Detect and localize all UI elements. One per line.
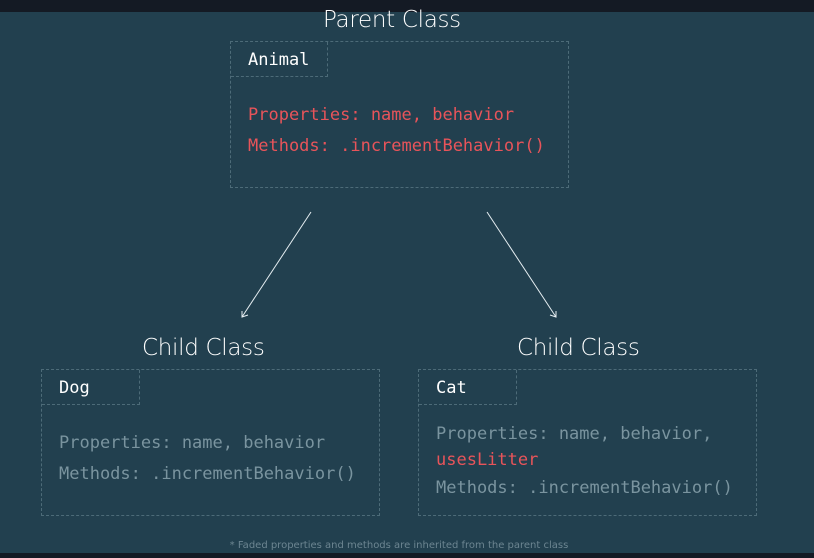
cat-class-name: Cat bbox=[419, 370, 517, 405]
dog-class-heading: Child Class bbox=[142, 335, 265, 361]
footnote: * Faded properties and methods are inher… bbox=[229, 540, 569, 551]
cat-properties: Properties: name, behavior, bbox=[436, 424, 713, 444]
arrow-to-dog bbox=[241, 211, 312, 318]
cat-methods: Methods: .incrementBehavior() bbox=[436, 478, 733, 498]
dog-class-box: Dog Properties: name, behavior Methods: … bbox=[41, 369, 380, 516]
dog-properties: Properties: name, behavior bbox=[59, 433, 326, 453]
dog-class-name: Dog bbox=[42, 370, 140, 405]
arrow-to-cat bbox=[486, 211, 557, 318]
bottom-bar bbox=[0, 553, 814, 558]
cat-class-box: Cat Properties: name, behavior, usesLitt… bbox=[418, 369, 757, 516]
cat-extra-property: usesLitter bbox=[436, 450, 539, 470]
cat-class-heading: Child Class bbox=[517, 335, 640, 361]
dog-methods: Methods: .incrementBehavior() bbox=[59, 464, 356, 484]
